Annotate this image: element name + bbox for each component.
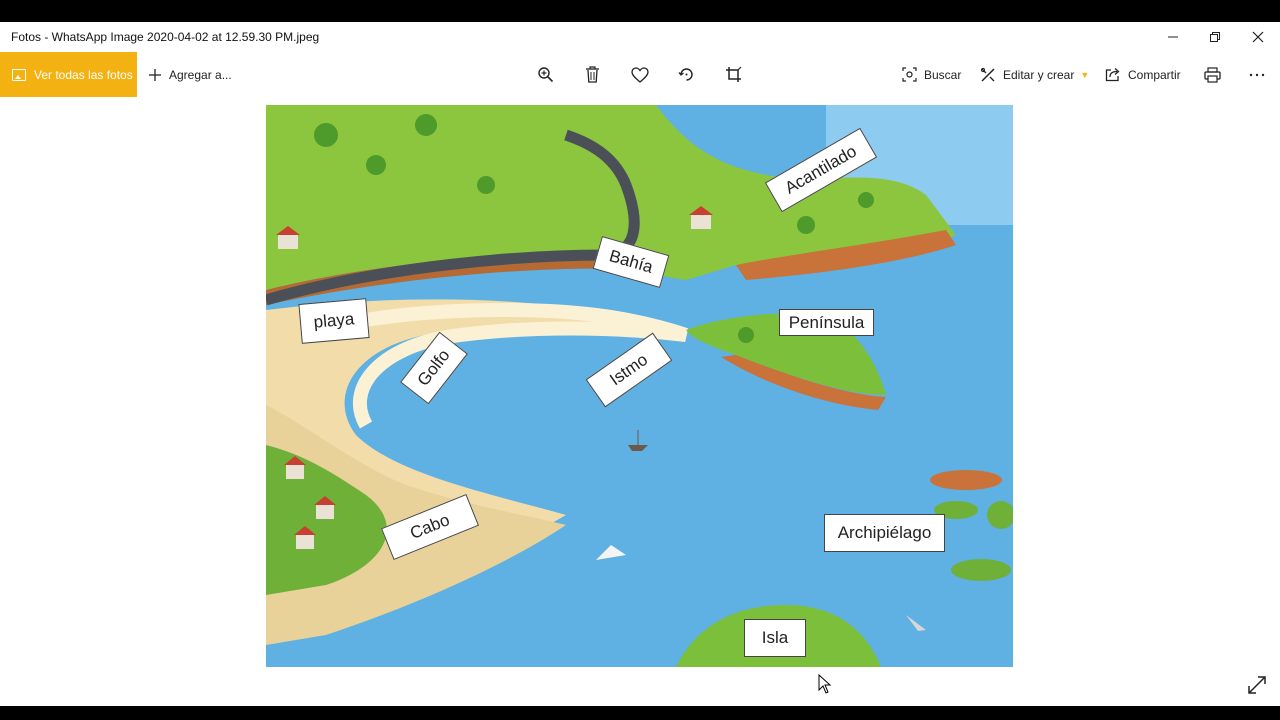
- label-cabo-text: Cabo: [407, 510, 453, 543]
- label-isla: Isla: [744, 619, 806, 657]
- geography-illustration: Acantilado Bahía playa Península Golfo I…: [266, 105, 1013, 667]
- delete-icon: [586, 66, 599, 83]
- label-peninsula-text: Península: [788, 312, 865, 332]
- share-icon: [1105, 68, 1120, 82]
- close-icon[interactable]: [1235, 22, 1280, 52]
- minimize-icon[interactable]: [1150, 22, 1196, 52]
- photos-app-window: Fotos - WhatsApp Image 2020-04-02 at 12.…: [0, 22, 1280, 706]
- fullscreen-icon[interactable]: [1246, 674, 1268, 696]
- edit-create-icon: [980, 67, 995, 82]
- delete-button[interactable]: [585, 52, 600, 97]
- rotate-button[interactable]: [678, 52, 695, 97]
- label-peninsula: Península: [779, 309, 874, 336]
- see-all-photos-button[interactable]: Ver todas las fotos: [0, 52, 137, 97]
- more-icon: [1249, 73, 1265, 76]
- label-isla-text: Isla: [761, 628, 789, 647]
- edit-create-label: Editar y crear: [1003, 67, 1075, 82]
- mouse-cursor-icon: [818, 673, 832, 699]
- title-bar: Fotos - WhatsApp Image 2020-04-02 at 12.…: [0, 22, 1280, 52]
- restore-icon[interactable]: [1192, 22, 1238, 52]
- photo-icon: [12, 68, 26, 81]
- add-to-button[interactable]: Agregar a...: [148, 52, 232, 97]
- crop-icon: [726, 66, 742, 82]
- window-title: Fotos - WhatsApp Image 2020-04-02 at 12.…: [11, 30, 320, 44]
- chevron-down-icon: ▼: [1080, 69, 1090, 80]
- share-label: Compartir: [1128, 67, 1181, 82]
- coastal-landscape-drawing: [266, 105, 1013, 667]
- label-archipielago: Archipiélago: [824, 514, 945, 552]
- favorite-button[interactable]: [631, 52, 649, 97]
- favorite-icon: [631, 66, 649, 83]
- search-label: Buscar: [924, 67, 962, 82]
- print-button[interactable]: [1204, 52, 1221, 97]
- image-viewer[interactable]: Acantilado Bahía playa Península Golfo I…: [0, 97, 1280, 706]
- label-playa: playa: [298, 298, 370, 344]
- print-icon: [1204, 66, 1221, 83]
- crop-button[interactable]: [725, 52, 742, 97]
- search-icon: [902, 67, 917, 82]
- label-playa-text: playa: [312, 309, 356, 332]
- label-bahia-text: Bahía: [607, 246, 656, 277]
- share-button[interactable]: Compartir: [1105, 52, 1181, 97]
- zoom-in-button[interactable]: [537, 52, 554, 97]
- more-options-button[interactable]: [1249, 52, 1265, 97]
- zoom-in-icon: [538, 67, 554, 83]
- taskbar-strip: [0, 706, 1280, 720]
- toolbar: Ver todas las fotos Agregar a... Buscar …: [0, 52, 1280, 97]
- plus-icon: [149, 68, 161, 81]
- label-archipielago-text: Archipiélago: [837, 523, 932, 542]
- rotate-icon: [678, 68, 693, 81]
- edit-create-button[interactable]: Editar y crear ▼: [980, 52, 1089, 97]
- see-all-photos-label: Ver todas las fotos: [34, 67, 133, 82]
- add-to-label: Agregar a...: [169, 67, 232, 82]
- search-button[interactable]: Buscar: [902, 52, 961, 97]
